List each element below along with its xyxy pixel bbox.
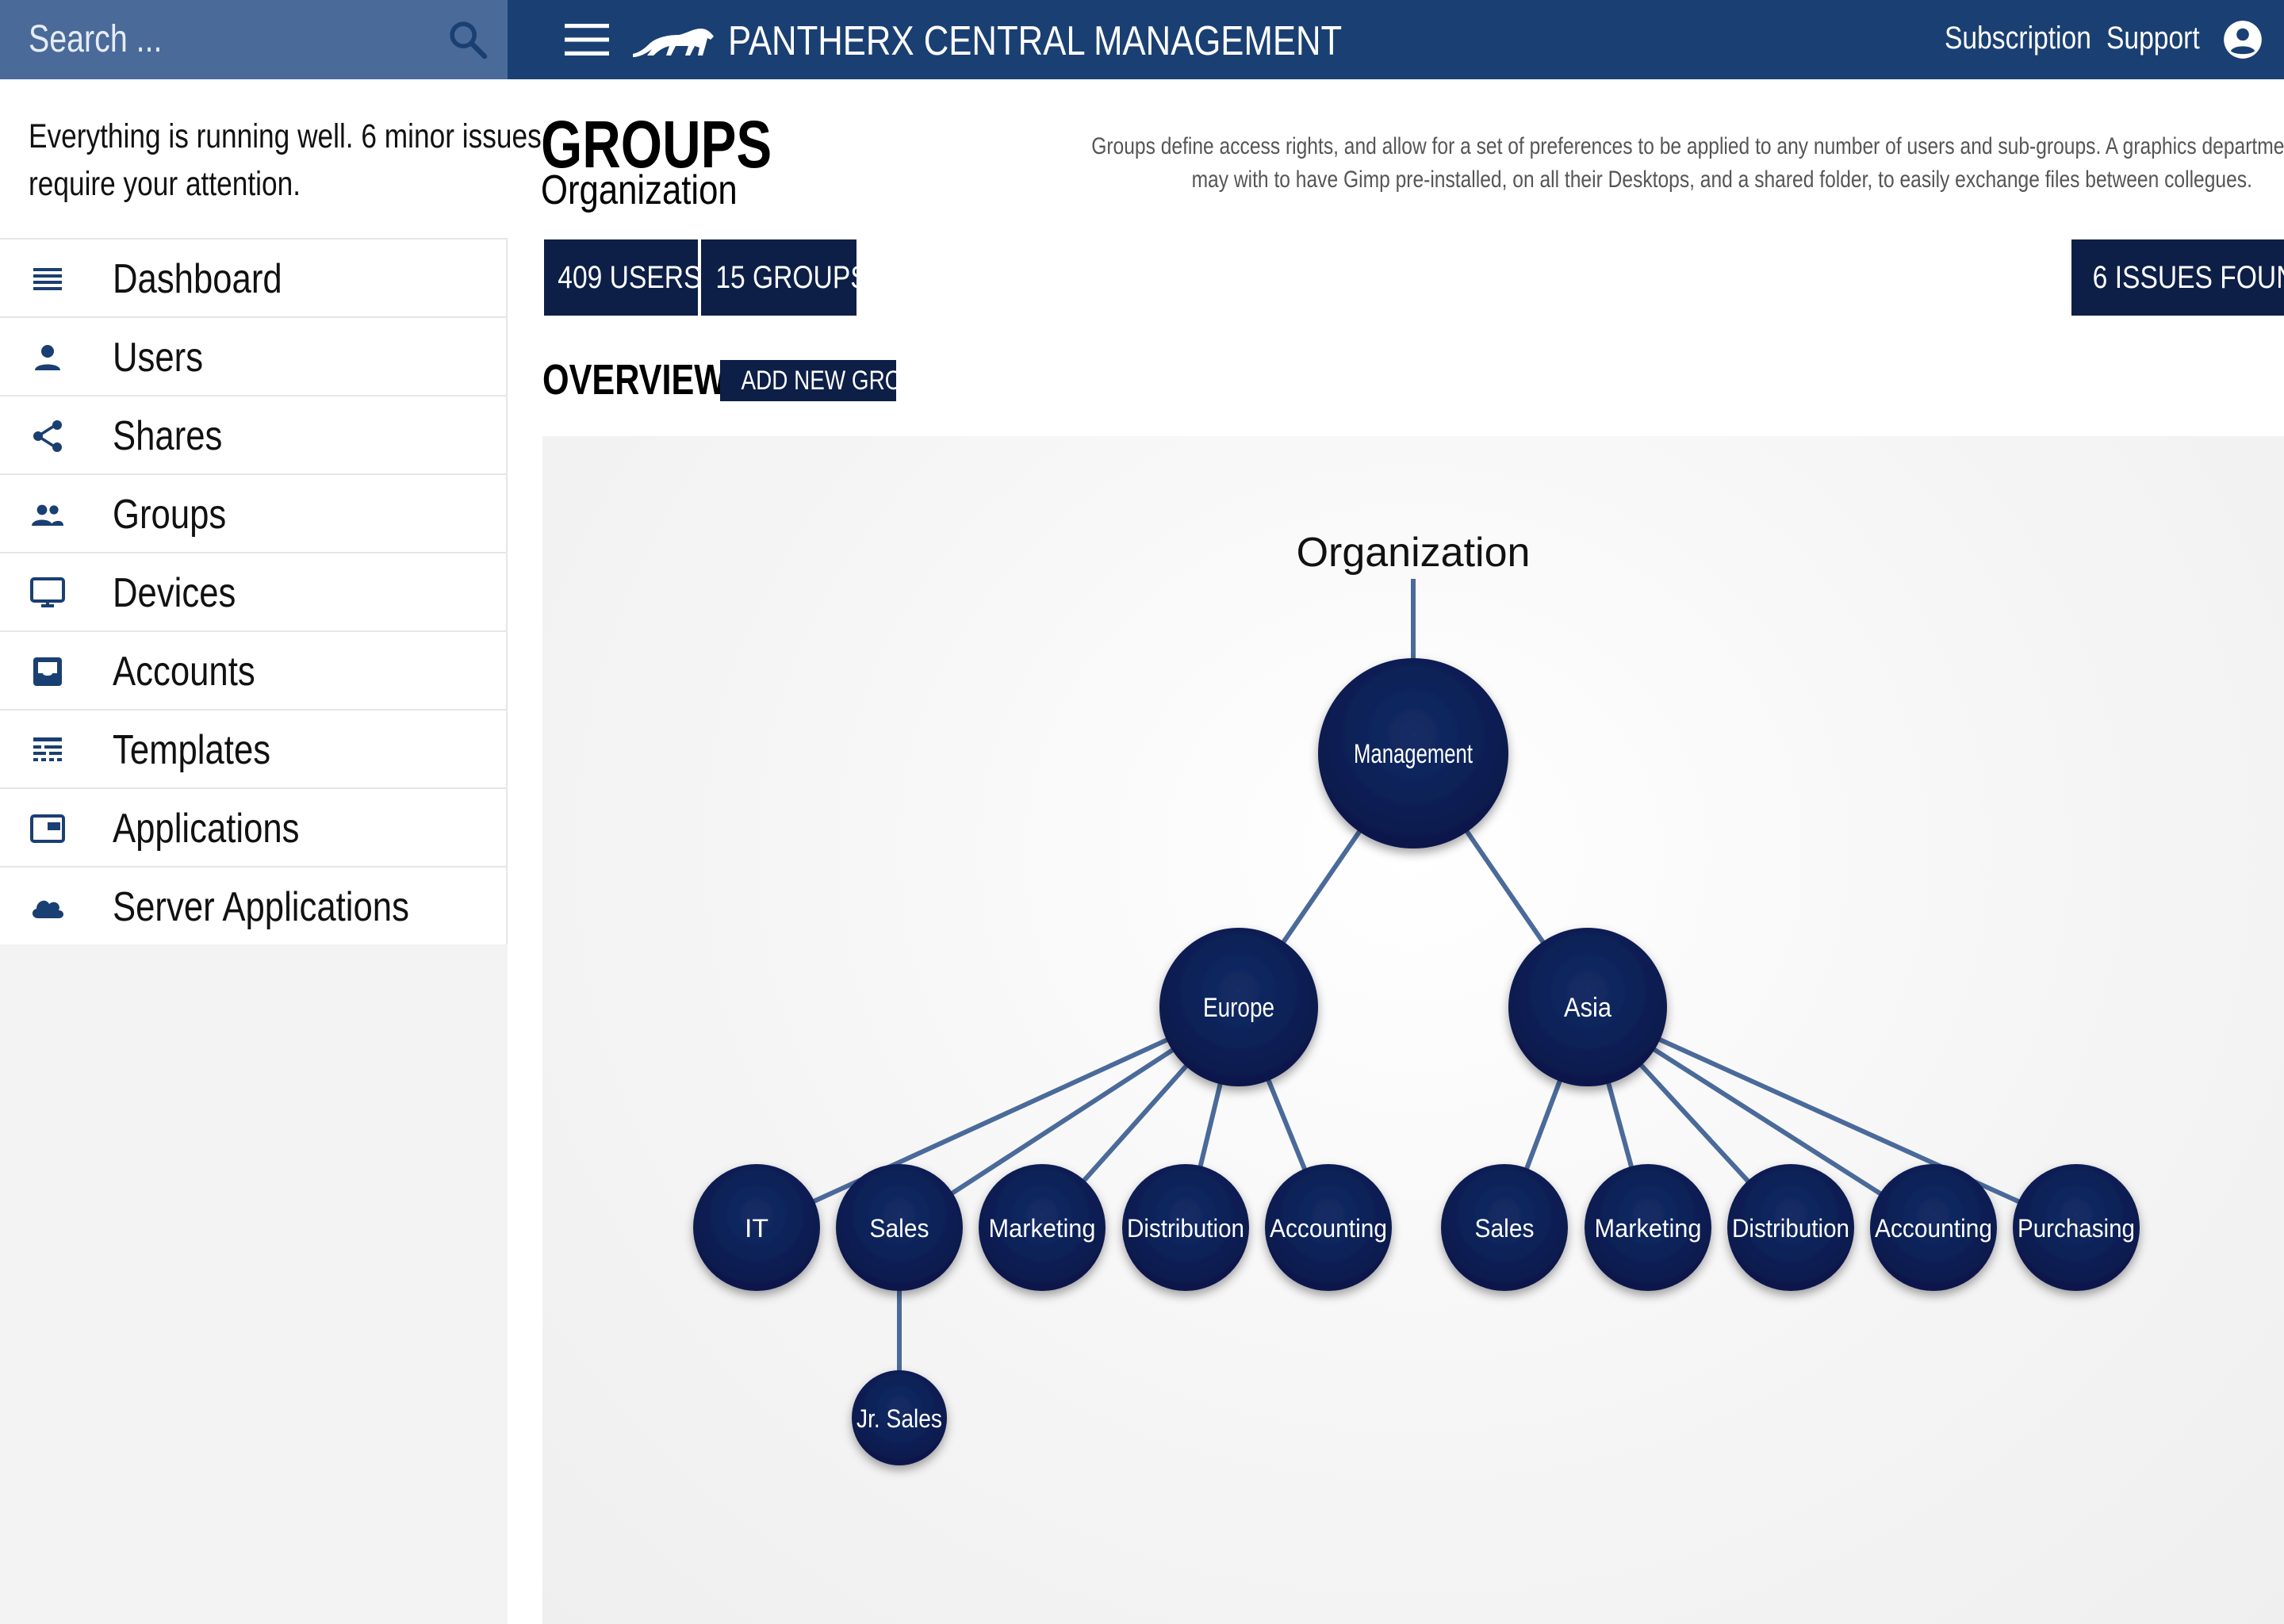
sidebar-item-label: Accounts [113, 649, 255, 695]
group-node-eu-acc[interactable]: Accounting [1265, 1164, 1392, 1291]
person-icon [35, 345, 60, 370]
group-node-label: Distribution [1127, 1214, 1244, 1243]
account-circle-icon[interactable] [2222, 19, 2263, 60]
group-node-as-dist[interactable]: Distribution [1727, 1164, 1854, 1291]
search-input[interactable]: Search ... [29, 17, 162, 61]
group-node-eu-sales[interactable]: Sales [836, 1164, 963, 1291]
group-node-label: Jr. Sales [856, 1404, 942, 1433]
sidebar-item-users[interactable]: Users [0, 316, 508, 395]
sidebar-item-accounts[interactable]: Accounts [0, 630, 508, 709]
sidebar-item-label: Shares [113, 413, 223, 459]
sidebar-item-label: Groups [113, 492, 227, 538]
page-description: Groups define access rights, and allow f… [825, 130, 2284, 197]
status-message: Everything is running well. 6 minor issu… [0, 79, 542, 238]
app-title[interactable]: PANTHERX CENTRAL MANAGEMENT [728, 17, 1342, 65]
group-node-label: Marketing [989, 1214, 1096, 1243]
panther-logo-icon [633, 29, 714, 57]
group-node-label: Accounting [1270, 1214, 1387, 1243]
group-node-label: Asia [1564, 993, 1611, 1023]
group-node-as-sales[interactable]: Sales [1441, 1164, 1568, 1291]
group-node-as[interactable]: Asia [1508, 928, 1667, 1086]
group-node-jr-sales[interactable]: Jr. Sales [852, 1370, 947, 1465]
sidebar: Everything is running well. 6 minor issu… [0, 79, 542, 1624]
overview-heading: OVERVIEW [542, 356, 727, 404]
group-node-eu-dist[interactable]: Distribution [1122, 1164, 1249, 1291]
tree-edge-as-sales [1523, 1077, 1563, 1172]
group-node-eu-mkt[interactable]: Marketing [979, 1164, 1106, 1291]
top-bar: Search ... PANTHERX CENTRAL MANAGEMENT S… [0, 0, 2284, 79]
tree-root-label: Organization [1297, 530, 1531, 576]
status-line-2: require your attention. [29, 165, 301, 203]
group-node-eu[interactable]: Europe [1159, 928, 1318, 1086]
group-node-as-mkt[interactable]: Marketing [1585, 1164, 1711, 1291]
issues-found-badge[interactable]: 6 ISSUES FOUND [2071, 239, 2284, 316]
sidebar-item-label: Users [113, 335, 204, 381]
group-node-label: Europe [1203, 993, 1274, 1023]
sidebar-item-templates[interactable]: Templates [0, 709, 508, 787]
sidebar-item-applications[interactable]: Applications [0, 787, 508, 866]
search-bar[interactable]: Search ... [0, 0, 508, 79]
page-subtitle: Organization [541, 167, 738, 213]
sidebar-item-label: Dashboard [113, 256, 282, 302]
groups-count-badge[interactable]: 15 GROUPS [701, 239, 868, 316]
subscription-link[interactable]: Subscription [1945, 21, 2091, 56]
sidebar-item-server-applications[interactable]: Server Applications [0, 866, 508, 944]
add-new-group-button[interactable]: ADD NEW GROUP [720, 360, 933, 401]
sidebar-item-shares[interactable]: Shares [0, 395, 508, 473]
sidebar-item-dashboard[interactable]: Dashboard [0, 238, 508, 316]
description-line-2: may with to have Gimp pre-installed, on … [1191, 167, 2252, 193]
support-link[interactable]: Support [2106, 21, 2200, 56]
sidebar-item-label: Server Applications [113, 884, 409, 930]
users-count-badge[interactable]: 409 USERS [544, 239, 701, 316]
tree-edge-eu-dist [1197, 1080, 1224, 1170]
group-node-mgmt[interactable]: Management [1318, 658, 1508, 848]
group-node-as-acc[interactable]: Accounting [1870, 1164, 1997, 1291]
group-node-label: Management [1354, 739, 1473, 769]
share-icon [33, 420, 62, 452]
group-node-label: Accounting [1875, 1214, 1992, 1243]
monitor-icon [30, 577, 65, 607]
search-icon[interactable] [446, 17, 490, 62]
group-tree-panel: Management Europe Asia IT Sales Marketing Dist… [542, 436, 2284, 1624]
sidebar-item-devices[interactable]: Devices [0, 552, 508, 630]
sidebar-item-label: Applications [113, 806, 300, 852]
group-tree: Management Europe Asia IT Sales Marketing Dist… [693, 530, 2140, 1465]
tree-edge-eu-acc [1265, 1076, 1309, 1173]
inbox-icon [33, 657, 62, 686]
tree-edge-as-mkt [1605, 1079, 1634, 1170]
group-node-label: Marketing [1595, 1214, 1702, 1243]
description-line-1: Groups define access rights, and allow f… [1091, 133, 2284, 159]
sidebar-item-label: Devices [113, 570, 236, 616]
group-node-as-pur[interactable]: Purchasing [2013, 1164, 2140, 1291]
people-icon [32, 504, 63, 526]
group-node-label: IT [745, 1214, 768, 1243]
window-icon [30, 814, 65, 843]
cloud-icon [32, 900, 63, 918]
group-node-label: Sales [1475, 1214, 1535, 1243]
group-node-label: Purchasing [2018, 1214, 2135, 1243]
tree-edge-as [1463, 827, 1547, 946]
menu-icon[interactable] [565, 22, 609, 57]
group-node-label: Sales [870, 1214, 929, 1243]
tree-edge-eu-mkt [1080, 1062, 1190, 1185]
dashboard-icon [33, 268, 62, 290]
tree-edge-eu [1279, 827, 1363, 946]
template-icon [33, 737, 62, 761]
group-node-eu-it[interactable]: IT [693, 1164, 820, 1291]
sidebar-item-groups[interactable]: Groups [0, 473, 508, 552]
sidebar-item-label: Templates [113, 727, 271, 773]
status-line-1: Everything is running well. 6 minor issu… [29, 117, 542, 155]
group-node-label: Distribution [1732, 1214, 1849, 1243]
